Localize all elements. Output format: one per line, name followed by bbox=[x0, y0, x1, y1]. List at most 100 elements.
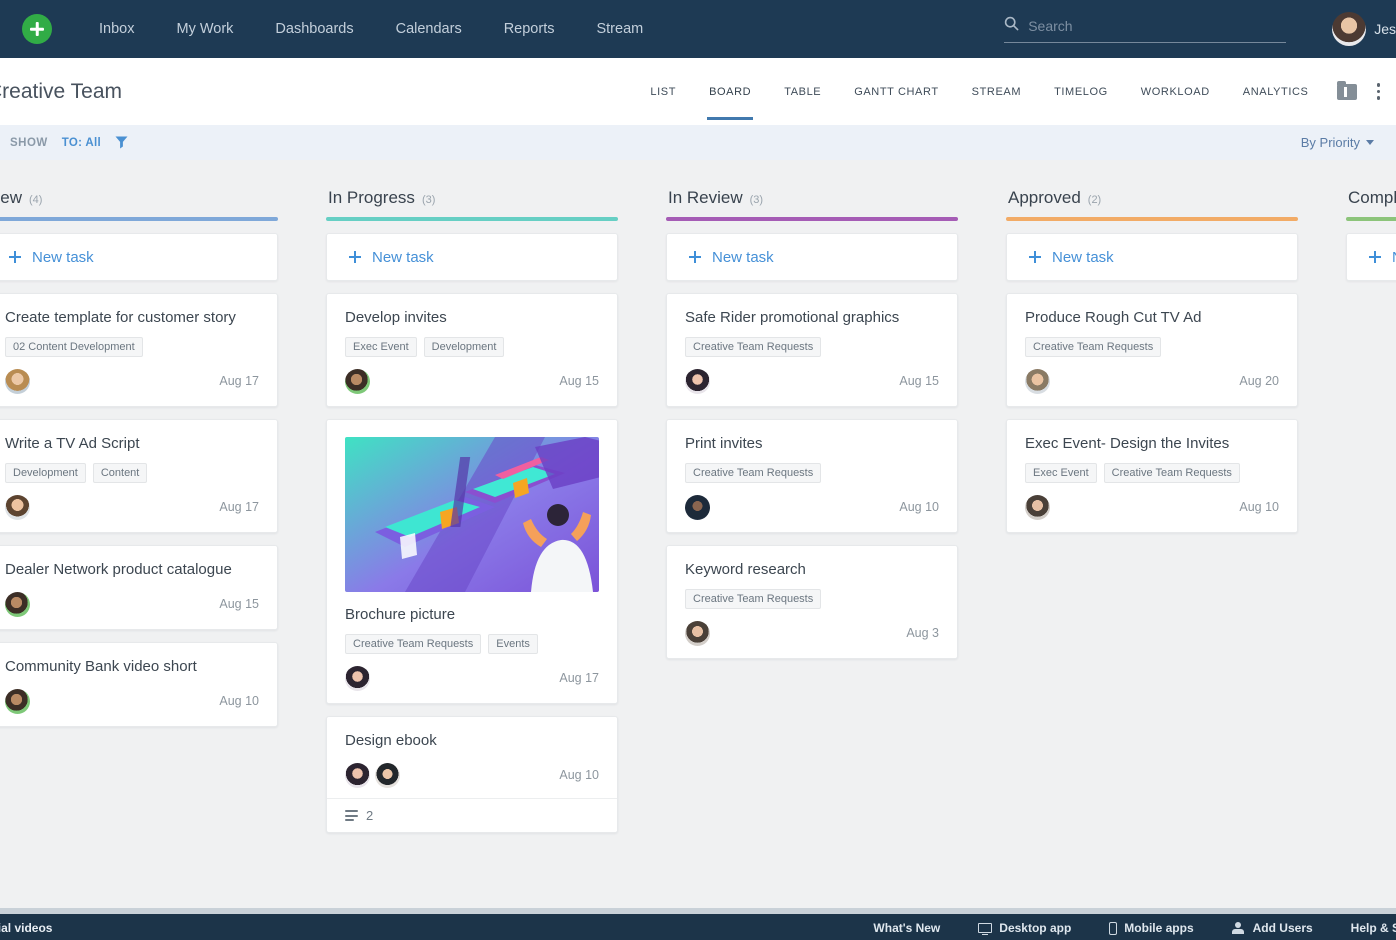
chevron-down-icon bbox=[1366, 140, 1374, 145]
column-name: New bbox=[0, 188, 23, 207]
task-card[interactable]: Print invites Creative Team Requests Aug… bbox=[666, 419, 958, 533]
card-footer: Aug 17 bbox=[345, 665, 599, 691]
tab-stream[interactable]: STREAM bbox=[972, 82, 1021, 102]
tag[interactable]: Development bbox=[5, 463, 86, 483]
nav-item-dashboards[interactable]: Dashboards bbox=[254, 11, 374, 47]
new-task-button[interactable]: New task bbox=[1346, 233, 1396, 281]
tab-board[interactable]: BOARD bbox=[707, 82, 754, 120]
tag[interactable]: Creative Team Requests bbox=[685, 589, 822, 609]
assignee-filter[interactable]: TO: All bbox=[62, 137, 101, 149]
add-users-link[interactable]: Add Users bbox=[1231, 921, 1313, 935]
tag[interactable]: Events bbox=[488, 634, 538, 654]
nav-item-calendars[interactable]: Calendars bbox=[375, 11, 483, 47]
tab-workload[interactable]: WORKLOAD bbox=[1141, 82, 1210, 102]
task-card[interactable]: Keyword research Creative Team Requests … bbox=[666, 545, 958, 659]
tab-list[interactable]: LIST bbox=[650, 82, 676, 102]
due-date: Aug 15 bbox=[559, 374, 599, 388]
create-new-button[interactable] bbox=[22, 14, 52, 44]
tag[interactable]: Creative Team Requests bbox=[345, 634, 482, 654]
task-card[interactable]: Develop invites Exec Event Development A… bbox=[326, 293, 618, 407]
header-icons bbox=[1336, 80, 1383, 102]
assignee-avatar[interactable] bbox=[375, 762, 400, 788]
task-title: Community Bank video short bbox=[5, 658, 197, 675]
user-menu[interactable]: Jes bbox=[1332, 12, 1396, 46]
task-card[interactable]: Create template for customer story 02 Co… bbox=[0, 293, 278, 407]
nav-item-my-work[interactable]: My Work bbox=[155, 11, 254, 47]
tab-timelog[interactable]: TIMELOG bbox=[1054, 82, 1108, 102]
column-name: Approved bbox=[1008, 188, 1081, 207]
tag[interactable]: Exec Event bbox=[345, 337, 417, 357]
card-footer: Aug 10 bbox=[1025, 494, 1279, 520]
assignee-avatar[interactable] bbox=[685, 620, 710, 646]
task-card[interactable]: Dealer Network product catalogue Aug 15 bbox=[0, 545, 278, 630]
tag[interactable]: Creative Team Requests bbox=[1025, 337, 1162, 357]
nav-menu: Inbox My Work Dashboards Calendars Repor… bbox=[78, 11, 664, 47]
task-card[interactable]: Write a TV Ad Script Development Content… bbox=[0, 419, 278, 533]
card-footer: Aug 10 bbox=[685, 494, 939, 520]
nav-item-reports[interactable]: Reports bbox=[483, 11, 576, 47]
tag[interactable]: Creative Team Requests bbox=[1103, 463, 1240, 483]
due-date: Aug 10 bbox=[559, 768, 599, 782]
desktop-icon bbox=[978, 923, 993, 935]
new-task-button[interactable]: New task bbox=[0, 233, 278, 281]
folder-icon[interactable] bbox=[1336, 80, 1357, 100]
search-box[interactable] bbox=[1004, 16, 1287, 43]
task-card[interactable]: Produce Rough Cut TV Ad Creative Team Re… bbox=[1006, 293, 1298, 407]
search-icon bbox=[1004, 16, 1019, 36]
user-avatar[interactable] bbox=[1332, 12, 1367, 46]
whats-new-link[interactable]: What's New bbox=[873, 921, 940, 935]
task-title: Safe Rider promotional graphics bbox=[685, 309, 900, 326]
tag[interactable]: Development bbox=[423, 337, 505, 357]
column-completed: Completed New task bbox=[1346, 188, 1396, 908]
tag[interactable]: Creative Team Requests bbox=[685, 463, 822, 483]
column-header: In Progress (3) bbox=[326, 188, 618, 208]
subtask-row[interactable]: 2 bbox=[327, 798, 617, 832]
tab-table[interactable]: TABLE bbox=[784, 82, 821, 102]
assignee-avatar[interactable] bbox=[5, 591, 30, 617]
column-in-progress: In Progress (3) New task Develop invites… bbox=[326, 188, 618, 908]
task-card[interactable]: Design ebook Aug 10 2 bbox=[326, 716, 618, 833]
task-card[interactable]: Community Bank video short Aug 10 bbox=[0, 642, 278, 727]
add-user-icon bbox=[1231, 922, 1246, 934]
desktop-app-link[interactable]: Desktop app bbox=[978, 921, 1071, 935]
tag[interactable]: Creative Team Requests bbox=[685, 337, 822, 357]
sort-label: By Priority bbox=[1300, 135, 1360, 150]
new-task-button[interactable]: New task bbox=[1006, 233, 1298, 281]
task-card[interactable]: Safe Rider promotional graphics Creative… bbox=[666, 293, 958, 407]
assignee-avatar[interactable] bbox=[5, 368, 30, 394]
due-date: Aug 10 bbox=[1239, 500, 1279, 514]
tab-gantt-chart[interactable]: GANTT CHART bbox=[854, 82, 938, 102]
column-header: Approved (2) bbox=[1006, 188, 1298, 208]
new-task-button[interactable]: New task bbox=[666, 233, 958, 281]
help-support-link[interactable]: Help & Support bbox=[1351, 921, 1396, 935]
tag-list: 02 Content Development bbox=[5, 337, 259, 357]
assignee-avatar[interactable] bbox=[5, 494, 30, 520]
sort-selector[interactable]: By Priority bbox=[1301, 135, 1374, 150]
nav-item-inbox[interactable]: Inbox bbox=[78, 11, 155, 47]
assignee-avatar[interactable] bbox=[345, 665, 370, 691]
mobile-apps-link[interactable]: Mobile apps bbox=[1109, 921, 1194, 935]
tutorial-videos-link[interactable]: Tutorial videos bbox=[0, 921, 52, 935]
more-options-icon[interactable] bbox=[1375, 81, 1383, 102]
view-tabs: LIST BOARD TABLE GANTT CHART STREAM TIME… bbox=[650, 82, 1309, 120]
assignee-avatar[interactable] bbox=[1025, 368, 1050, 394]
filter-funnel-icon[interactable] bbox=[115, 136, 128, 149]
task-card[interactable]: Brochure picture Creative Team Requests … bbox=[326, 419, 618, 704]
assignee-avatar[interactable] bbox=[345, 762, 370, 788]
tag[interactable]: 02 Content Development bbox=[5, 337, 143, 357]
filter-left-group: SHOW TO: All bbox=[10, 136, 128, 149]
task-attachment-image[interactable] bbox=[345, 437, 599, 592]
assignee-avatar[interactable] bbox=[5, 688, 30, 714]
column-new: New (4) New task Create template for cus… bbox=[0, 188, 278, 908]
assignee-avatar[interactable] bbox=[685, 368, 710, 394]
assignee-avatar[interactable] bbox=[685, 494, 710, 520]
tag[interactable]: Content bbox=[92, 463, 148, 483]
tag[interactable]: Exec Event bbox=[1025, 463, 1097, 483]
assignee-avatar[interactable] bbox=[345, 368, 370, 394]
task-card[interactable]: Exec Event- Design the Invites Exec Even… bbox=[1006, 419, 1298, 533]
nav-item-stream[interactable]: Stream bbox=[575, 11, 664, 47]
search-input[interactable] bbox=[1028, 17, 1287, 34]
tab-analytics[interactable]: ANALYTICS bbox=[1243, 82, 1309, 102]
assignee-avatar[interactable] bbox=[1025, 494, 1050, 520]
new-task-button[interactable]: New task bbox=[326, 233, 618, 281]
